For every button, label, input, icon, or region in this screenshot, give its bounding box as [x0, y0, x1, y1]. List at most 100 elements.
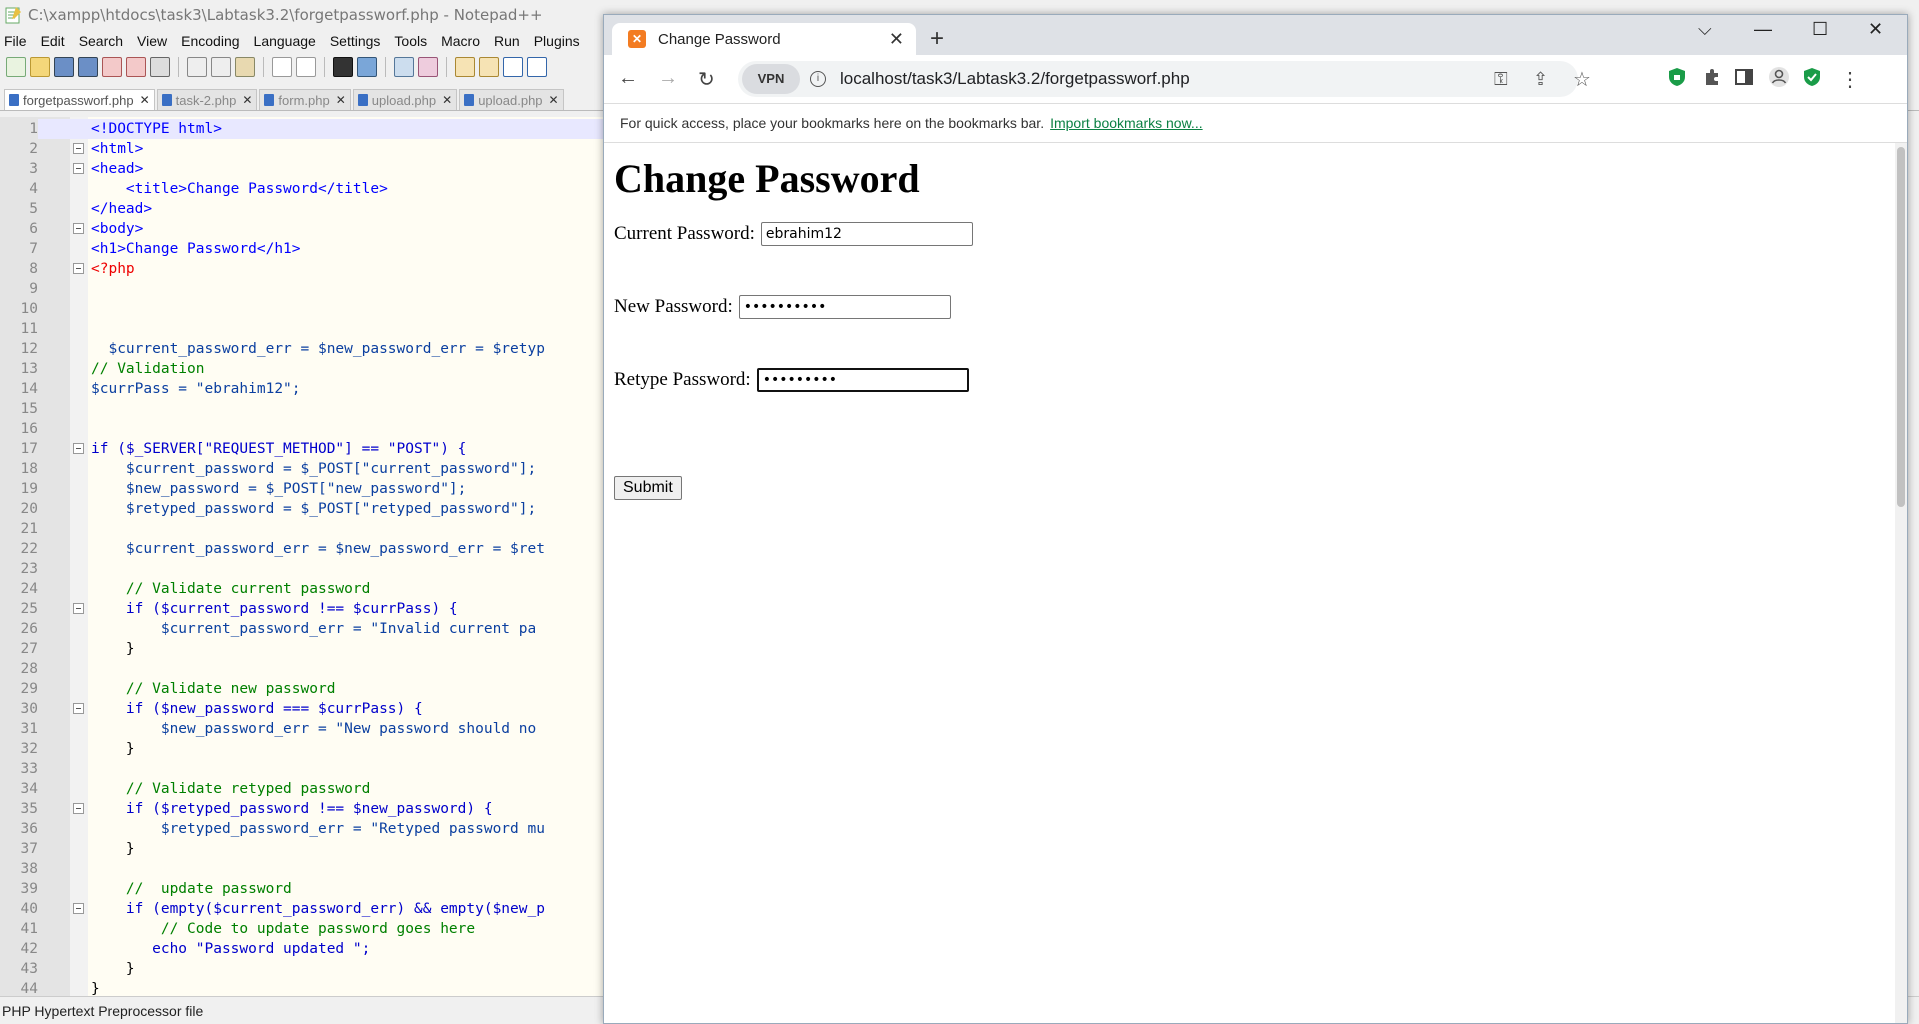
sync-vertical-icon[interactable]: [455, 57, 475, 77]
save-all-icon[interactable]: [78, 57, 98, 77]
open-file-icon[interactable]: [30, 57, 50, 77]
code-line[interactable]: 16: [0, 419, 605, 439]
code-line[interactable]: 13 // Validation: [0, 359, 605, 379]
code-line[interactable]: 27 }: [0, 639, 605, 659]
print-icon[interactable]: [150, 57, 170, 77]
code-line[interactable]: 36 $retyped_password_err = "Retyped pass…: [0, 819, 605, 839]
code-line[interactable]: 26 $current_password_err = "Invalid curr…: [0, 619, 605, 639]
close-all-icon[interactable]: [126, 57, 146, 77]
menu-settings[interactable]: Settings: [330, 33, 381, 49]
new-file-icon[interactable]: [6, 57, 26, 77]
menu-macro[interactable]: Macro: [441, 33, 480, 49]
extensions-puzzle-icon[interactable]: [1702, 67, 1722, 87]
code-line[interactable]: 14 $currPass = "ebrahim12";: [0, 379, 605, 399]
code-line[interactable]: 42 echo "Password updated ";: [0, 939, 605, 959]
find-icon[interactable]: [333, 57, 353, 77]
reload-icon[interactable]: ↻: [698, 67, 715, 92]
fold-toggle-icon[interactable]: [73, 803, 84, 814]
copy-icon[interactable]: [211, 57, 231, 77]
paste-icon[interactable]: [235, 57, 255, 77]
tab-upload-2[interactable]: upload.php ✕: [459, 89, 564, 110]
code-line[interactable]: 38: [0, 859, 605, 879]
scrollbar-thumb[interactable]: [1897, 147, 1905, 507]
code-line[interactable]: 1 <!DOCTYPE html>: [0, 119, 605, 139]
tab-form[interactable]: form.php ✕: [259, 89, 351, 110]
close-window-icon[interactable]: ✕: [1868, 19, 1883, 40]
fold-toggle-icon[interactable]: [73, 603, 84, 614]
code-line[interactable]: 37 }: [0, 839, 605, 859]
code-line[interactable]: 43 }: [0, 959, 605, 979]
code-line[interactable]: 7 <h1>Change Password</h1>: [0, 239, 605, 259]
code-line[interactable]: 3 <head>: [0, 159, 605, 179]
word-wrap-icon[interactable]: [503, 57, 523, 77]
url-text[interactable]: localhost/task3/Labtask3.2/forgetpasswor…: [840, 69, 1190, 89]
tab-task-2[interactable]: task-2.php ✕: [156, 89, 258, 110]
code-line[interactable]: 12 $current_password_err = $new_password…: [0, 339, 605, 359]
adblock-shield-icon[interactable]: [1667, 67, 1687, 87]
code-line[interactable]: 20 $retyped_password = $_POST["retyped_p…: [0, 499, 605, 519]
tab-search-chevron-icon[interactable]: ⌵: [1698, 19, 1712, 40]
close-icon[interactable]: ✕: [242, 93, 252, 107]
fold-toggle-icon[interactable]: [73, 143, 84, 154]
code-line[interactable]: 35 if ($retyped_password !== $new_passwo…: [0, 799, 605, 819]
menu-edit[interactable]: Edit: [41, 33, 65, 49]
submit-button[interactable]: Submit: [614, 476, 682, 500]
code-line[interactable]: 15: [0, 399, 605, 419]
retype-password-input[interactable]: [756, 368, 969, 392]
minimize-icon[interactable]: —: [1754, 19, 1772, 40]
forward-icon[interactable]: →: [658, 67, 678, 90]
new-tab-icon[interactable]: +: [930, 25, 944, 53]
code-line[interactable]: 8 <?php: [0, 259, 605, 279]
page-scrollbar[interactable]: [1895, 143, 1907, 1023]
code-line[interactable]: 33: [0, 759, 605, 779]
menu-file[interactable]: File: [4, 33, 27, 49]
code-line[interactable]: 17 if ($_SERVER["REQUEST_METHOD"] == "POS…: [0, 439, 605, 459]
menu-encoding[interactable]: Encoding: [181, 33, 239, 49]
menu-plugins[interactable]: Plugins: [534, 33, 580, 49]
site-info-icon[interactable]: i: [810, 71, 826, 87]
kebab-menu-icon[interactable]: ⋮: [1840, 67, 1860, 92]
code-line[interactable]: 28: [0, 659, 605, 679]
zoom-out-icon[interactable]: [418, 57, 438, 77]
code-line[interactable]: 2 <html>: [0, 139, 605, 159]
code-line[interactable]: 23: [0, 559, 605, 579]
cut-icon[interactable]: [187, 57, 207, 77]
current-password-input[interactable]: [760, 222, 973, 246]
code-line[interactable]: 18 $current_password = $_POST["current_p…: [0, 459, 605, 479]
show-all-chars-icon[interactable]: [527, 57, 547, 77]
fold-toggle-icon[interactable]: [73, 903, 84, 914]
fold-toggle-icon[interactable]: [73, 223, 84, 234]
close-file-icon[interactable]: [102, 57, 122, 77]
code-editor[interactable]: 1 <!DOCTYPE html> 2 <html> 3 <head> 4 <title>C…: [0, 117, 605, 997]
vpn-badge[interactable]: VPN: [742, 64, 800, 94]
fold-toggle-icon[interactable]: [73, 703, 84, 714]
undo-icon[interactable]: [272, 57, 292, 77]
save-icon[interactable]: [54, 57, 74, 77]
code-line[interactable]: 9: [0, 279, 605, 299]
key-icon[interactable]: ⚿: [1494, 69, 1508, 90]
code-line[interactable]: 5 </head>: [0, 199, 605, 219]
share-icon[interactable]: ⇪: [1533, 69, 1548, 90]
sync-horizontal-icon[interactable]: [479, 57, 499, 77]
zoom-in-icon[interactable]: [394, 57, 414, 77]
code-line[interactable]: 6 <body>: [0, 219, 605, 239]
menu-search[interactable]: Search: [79, 33, 123, 49]
maximize-icon[interactable]: ☐: [1812, 19, 1828, 40]
close-icon[interactable]: ✕: [140, 93, 150, 107]
menu-run[interactable]: Run: [494, 33, 520, 49]
replace-icon[interactable]: [357, 57, 377, 77]
code-line[interactable]: 41 // Code to update password goes here: [0, 919, 605, 939]
menu-tools[interactable]: Tools: [394, 33, 427, 49]
code-line[interactable]: 22 $current_password_err = $new_password…: [0, 539, 605, 559]
menu-view[interactable]: View: [137, 33, 167, 49]
profile-avatar-icon[interactable]: [1768, 66, 1790, 88]
new-password-input[interactable]: [738, 295, 951, 319]
fold-toggle-icon[interactable]: [73, 443, 84, 454]
tab-forgetpassworf[interactable]: forgetpassworf.php ✕: [4, 89, 155, 110]
close-icon[interactable]: ✕: [336, 93, 346, 107]
import-bookmarks-link[interactable]: Import bookmarks now...: [1050, 115, 1203, 131]
code-line[interactable]: 40 if (empty($current_password_err) && e…: [0, 899, 605, 919]
code-line[interactable]: 32 }: [0, 739, 605, 759]
code-line[interactable]: 29 // Validate new password: [0, 679, 605, 699]
tab-upload[interactable]: upload.php ✕: [352, 89, 458, 110]
